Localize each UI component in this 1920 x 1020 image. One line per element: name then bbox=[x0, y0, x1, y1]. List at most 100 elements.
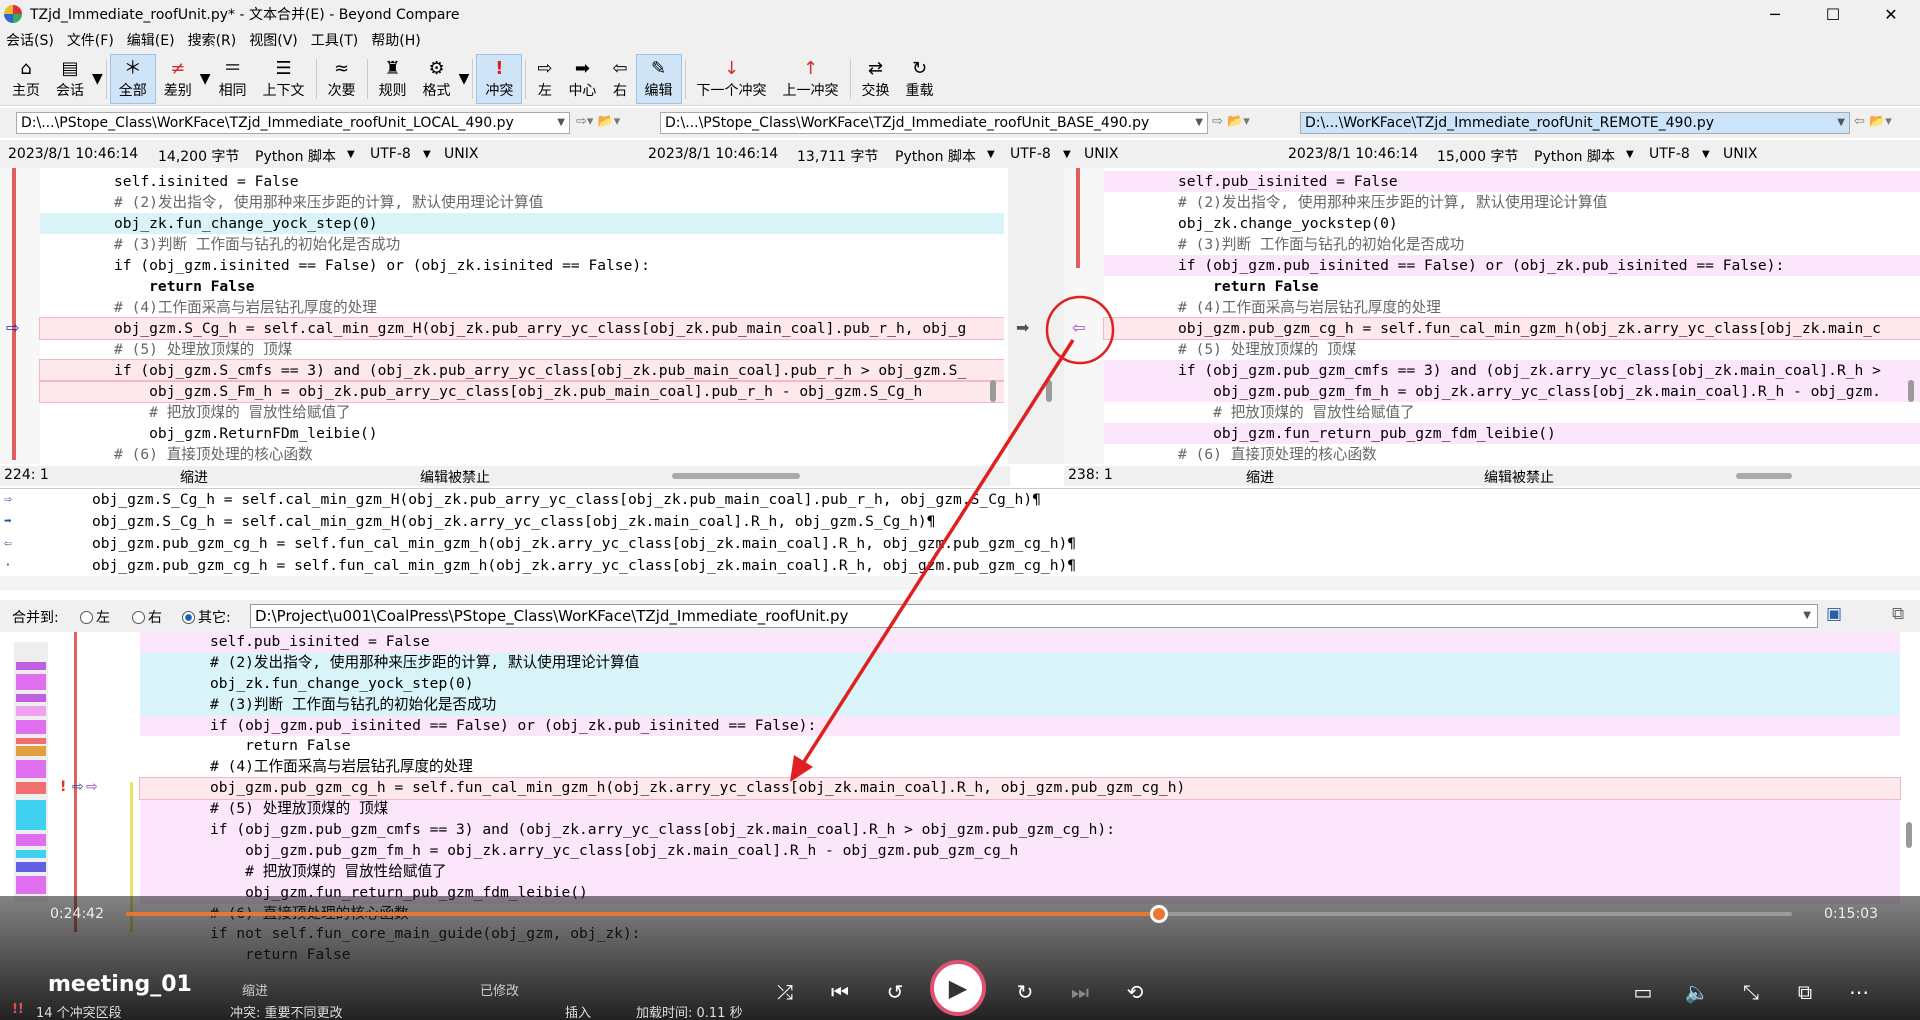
code-line[interactable]: return False bbox=[40, 276, 1004, 297]
code-line[interactable]: return False bbox=[1104, 276, 1920, 297]
minimize-button[interactable]: ─ bbox=[1746, 0, 1804, 28]
toolbar-same-button[interactable]: ＝ 相同 bbox=[211, 54, 255, 104]
code-line[interactable]: obj_gzm.pub_gzm_fm_h = obj_zk.arry_yc_cl… bbox=[1104, 381, 1920, 402]
menu-help[interactable]: 帮助(H) bbox=[371, 30, 420, 50]
seek-knob[interactable] bbox=[1149, 905, 1168, 923]
merge-right-radio[interactable]: 右 bbox=[132, 607, 162, 627]
toolbar-next-conflict-button[interactable]: ↓ 下一个冲突 bbox=[689, 54, 775, 104]
code-line[interactable]: if (obj_gzm.pub_gzm_cmfs == 3) and (obj_… bbox=[140, 820, 1900, 841]
maximize-button[interactable]: ☐ bbox=[1804, 0, 1862, 28]
code-line[interactable]: # (4)工作面采高与岩层钻孔厚度的处理 bbox=[140, 757, 1900, 778]
chevron-down-icon[interactable]: ▼ bbox=[1063, 149, 1071, 160]
center-encoding[interactable]: UTF-8 bbox=[1010, 146, 1051, 162]
code-line[interactable]: if (obj_gzm.pub_isinited == False) or (o… bbox=[1104, 255, 1920, 276]
toolbar-swap-button[interactable]: ⇄ 交换 bbox=[854, 54, 898, 104]
left-lang[interactable]: Python 脚本 bbox=[255, 146, 336, 166]
code-line[interactable]: # 把放顶煤的 冒放性给赋值了 bbox=[140, 861, 1900, 883]
right-encoding[interactable]: UTF-8 bbox=[1649, 146, 1690, 162]
toolbar-left-button[interactable]: ⇨ 左 bbox=[529, 54, 560, 104]
left-arrow-icon[interactable]: ⇨ bbox=[6, 318, 19, 337]
forward-30-icon[interactable]: ↻ bbox=[1010, 980, 1040, 1004]
right-arrow-icon[interactable]: ⇦ bbox=[1072, 318, 1085, 337]
code-line[interactable]: # 把放顶煤的 冒放性给赋值了 bbox=[1104, 402, 1920, 423]
toolbar-diff-button[interactable]: ≠ 差别 bbox=[156, 54, 200, 104]
toolbar-edit-button[interactable]: ✎ 编辑 bbox=[635, 53, 682, 104]
take-right-icon[interactable]: ⇨ bbox=[86, 779, 98, 795]
menu-tools[interactable]: 工具(T) bbox=[311, 30, 358, 50]
chevron-down-icon[interactable]: ▼ bbox=[987, 149, 995, 160]
line-compare-scrollbar[interactable] bbox=[0, 576, 1920, 590]
chevron-down-icon[interactable]: ▼ bbox=[1195, 113, 1203, 133]
code-line[interactable]: return False bbox=[140, 736, 1900, 757]
chevron-down-icon[interactable]: ▼ bbox=[1837, 113, 1845, 133]
toolbar-all-button[interactable]: ＊ 全部 bbox=[109, 53, 156, 104]
panel-layout-icon[interactable]: ⧉ bbox=[1892, 604, 1904, 624]
menu-edit[interactable]: 编辑(E) bbox=[127, 30, 175, 50]
left-path-input[interactable]: D:\...\PStope_Class\WorKFace\TZjd_Immedi… bbox=[16, 112, 570, 134]
toolbar-reload-button[interactable]: ↻ 重载 bbox=[898, 54, 942, 104]
left-code[interactable]: self.isinited = False # (2)发出指令, 使用那种来压步距… bbox=[39, 171, 1004, 464]
toolbar-center-button[interactable]: ➡ 中心 bbox=[560, 54, 604, 104]
code-line[interactable]: obj_gzm.S_Fm_h = obj_zk.pub_arry_yc_clas… bbox=[39, 380, 1004, 403]
center-scrollbar[interactable] bbox=[1046, 380, 1052, 402]
radio-icon[interactable] bbox=[132, 611, 145, 624]
code-line[interactable]: self.isinited = False bbox=[40, 171, 1004, 192]
right-pane[interactable]: ⇦ self.pub_isinited = False # (2)发出指令, 使用… bbox=[1064, 168, 1920, 464]
code-line[interactable]: # (2)发出指令, 使用那种来压步距的计算, 默认使用理论计算值 bbox=[40, 192, 1004, 213]
left-h-scrollbar[interactable] bbox=[672, 473, 800, 479]
toolbar-rules-button[interactable]: ♜ 规则 bbox=[371, 54, 415, 104]
code-line[interactable]: # (4)工作面采高与岩层钻孔厚度的处理 bbox=[40, 297, 1004, 318]
radio-selected-icon[interactable] bbox=[182, 611, 195, 624]
code-line[interactable]: if (obj_gzm.S_cmfs == 3) and (obj_zk.pub… bbox=[39, 359, 1004, 382]
center-lang[interactable]: Python 脚本 bbox=[895, 146, 976, 166]
left-eol[interactable]: UNIX bbox=[444, 146, 478, 162]
code-line[interactable]: # (2)发出指令, 使用那种来压步距的计算, 默认使用理论计算值 bbox=[140, 652, 1900, 674]
close-button[interactable]: ✕ bbox=[1862, 0, 1920, 28]
code-line[interactable]: obj_gzm.pub_gzm_cg_h = self.fun_cal_min_… bbox=[139, 777, 1901, 801]
chevron-down-icon[interactable]: ▼ bbox=[1626, 149, 1634, 160]
code-line[interactable]: self.pub_isinited = False bbox=[140, 632, 1900, 653]
toolbar-right-button[interactable]: ⇦ 右 bbox=[604, 54, 635, 104]
code-line[interactable]: # (6) 直接顶处理的核心函数 bbox=[1104, 444, 1920, 464]
code-line[interactable]: obj_zk.fun_change_yock_step(0) bbox=[40, 213, 1004, 234]
merge-other-radio[interactable]: 其它: bbox=[182, 607, 231, 627]
code-line[interactable]: obj_gzm.pub_gzm_fm_h = obj_zk.arry_yc_cl… bbox=[140, 840, 1900, 862]
more-options-icon[interactable]: ⋯ bbox=[1844, 980, 1874, 1004]
chevron-down-icon[interactable]: ▼ bbox=[92, 71, 103, 87]
left-encoding[interactable]: UTF-8 bbox=[370, 146, 411, 162]
code-line[interactable]: # (6) 直接顶处理的核心函数 bbox=[40, 444, 1004, 464]
center-browse-icons[interactable]: ⇨ 📂▾ bbox=[1212, 114, 1250, 129]
right-eol[interactable]: UNIX bbox=[1723, 146, 1757, 162]
code-line[interactable]: obj_zk.fun_change_yock_step(0) bbox=[140, 673, 1900, 695]
right-code[interactable]: self.pub_isinited = False # (2)发出指令, 使用那种… bbox=[1103, 171, 1920, 464]
take-left-icon[interactable]: ⇨ bbox=[72, 779, 84, 795]
toolbar-minor-button[interactable]: ≈ 次要 bbox=[320, 54, 364, 104]
code-line[interactable]: # (3)判断 工作面与钻孔的初始化是否成功 bbox=[1104, 234, 1920, 255]
left-scrollbar[interactable] bbox=[990, 380, 996, 402]
code-line[interactable]: # (2)发出指令, 使用那种来压步距的计算, 默认使用理论计算值 bbox=[1104, 192, 1920, 213]
code-line[interactable]: if (obj_gzm.isinited == False) or (obj_z… bbox=[40, 255, 1004, 276]
code-line[interactable]: # (5) 处理放顶煤的 顶煤 bbox=[140, 799, 1900, 821]
output-scrollbar[interactable] bbox=[1906, 822, 1912, 848]
code-line[interactable]: obj_gzm.ReturnFDm_leibie() bbox=[40, 423, 1004, 444]
right-path-input[interactable]: D:\...\WorKFace\TZjd_Immediate_roofUnit_… bbox=[1300, 112, 1850, 134]
toolbar-context-button[interactable]: ☰ 上下文 bbox=[255, 54, 313, 104]
chevron-down-icon[interactable]: ▼ bbox=[423, 149, 431, 160]
menu-file[interactable]: 文件(F) bbox=[67, 30, 114, 50]
toolbar-home-button[interactable]: ⌂ 主页 bbox=[4, 54, 48, 104]
chevron-down-icon[interactable]: ▼ bbox=[459, 71, 470, 87]
center-path-input[interactable]: D:\...\PStope_Class\WorKFace\TZjd_Immedi… bbox=[660, 112, 1208, 134]
menu-view[interactable]: 视图(V) bbox=[249, 30, 298, 50]
code-line[interactable]: if (obj_gzm.pub_gzm_cmfs == 3) and (obj_… bbox=[1104, 360, 1920, 381]
chevron-down-icon[interactable]: ▼ bbox=[557, 113, 565, 133]
previous-icon[interactable]: ⏮ bbox=[825, 980, 855, 1004]
toolbar-format-button[interactable]: ⚙ 格式 bbox=[415, 54, 459, 104]
center-arrow-icon[interactable]: ➡ bbox=[1016, 318, 1029, 337]
chevron-down-icon[interactable]: ▼ bbox=[1803, 605, 1811, 627]
code-line[interactable]: obj_zk.change_yockstep(0) bbox=[1104, 213, 1920, 234]
chevron-down-icon[interactable]: ▼ bbox=[1702, 149, 1710, 160]
chevron-down-icon[interactable]: ▼ bbox=[200, 71, 211, 87]
code-line[interactable]: self.pub_isinited = False bbox=[1104, 171, 1920, 192]
next-icon[interactable]: ⏭ bbox=[1065, 980, 1095, 1004]
thumbnail-map[interactable] bbox=[14, 642, 48, 902]
